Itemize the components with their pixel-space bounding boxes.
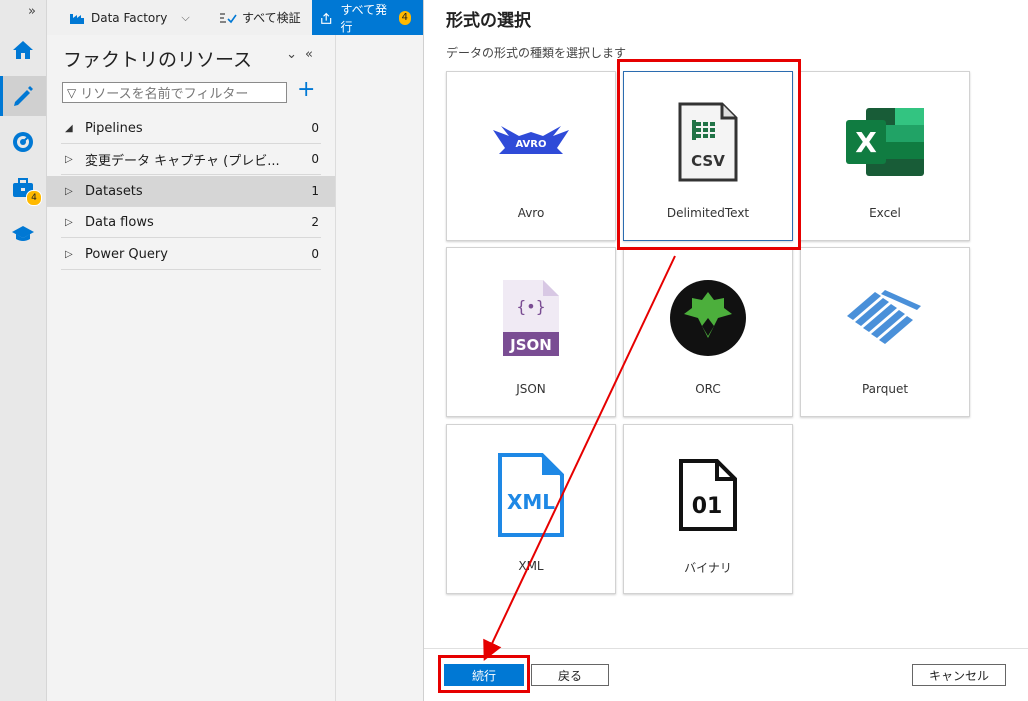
excel-icon: X [846, 108, 924, 176]
validate-label: すべて検証 [242, 11, 301, 25]
left-nav-rail: » 4 [0, 0, 47, 701]
home-icon [13, 41, 33, 59]
resource-label: Power Query [85, 246, 168, 262]
resource-count: 0 [311, 121, 319, 135]
svg-text:{•}: {•} [517, 297, 546, 316]
resource-label: 変更データ キャプチャ (プレビ... [85, 153, 280, 169]
svg-text:01: 01 [692, 494, 723, 519]
learn-nav-button[interactable] [0, 214, 46, 254]
resource-row-powerquery[interactable]: ▷ Power Query 0 [61, 239, 321, 270]
resource-row-datasets[interactable]: ▷ Datasets 1 [47, 176, 335, 207]
orc-logo-icon [670, 280, 746, 356]
home-nav-button[interactable] [0, 30, 46, 70]
validate-all-button[interactable]: すべて検証 [219, 0, 301, 35]
publish-icon [321, 12, 332, 24]
learn-cap-icon [12, 226, 34, 241]
format-tile-json[interactable]: {•} JSON JSON [446, 247, 616, 417]
author-pencil-icon [14, 86, 33, 106]
resource-filter-input[interactable]: ▽ リソースを名前でフィルター [62, 82, 287, 103]
resource-row-cdc[interactable]: ▷ 変更データ キャプチャ (プレビ... 0 [61, 144, 321, 175]
binary-file-icon: 01 [679, 459, 737, 531]
dialog-title: 形式の選択 [446, 11, 531, 31]
panel-actions: ⌄« [286, 47, 321, 62]
top-toolbar: Data Factory ⌵ すべて検証 すべて発行 4 [47, 0, 423, 36]
json-file-icon: {•} JSON [503, 280, 559, 356]
manage-badge: 4 [26, 190, 42, 206]
validate-icon [220, 12, 237, 23]
format-label: Parquet [861, 382, 909, 396]
monitor-nav-button[interactable] [0, 122, 46, 162]
manage-nav-button[interactable]: 4 [0, 168, 46, 208]
expanded-triangle-icon: ◢ [65, 122, 73, 134]
publish-count-badge: 4 [398, 10, 411, 25]
xml-file-icon: XML [498, 453, 564, 537]
format-tile-avro[interactable]: AVRO Avro [446, 71, 616, 241]
resource-label: Datasets [85, 183, 143, 199]
svg-text:AVRO: AVRO [515, 139, 546, 150]
collapse-all-icon[interactable]: ⌄ [286, 47, 305, 62]
format-select-dialog: 形式の選択 データの形式の種類を選択します AVRO Avro CSV Deli [423, 0, 1028, 701]
format-label: Excel [869, 206, 901, 220]
collapsed-triangle-icon: ▷ [65, 185, 73, 197]
cancel-button[interactable]: キャンセル [912, 664, 1006, 686]
factory-label: Data Factory [91, 10, 168, 25]
dialog-subtitle: データの形式の種類を選択します [446, 46, 627, 60]
format-tile-xml[interactable]: XML XML [446, 424, 616, 594]
factory-selector[interactable]: Data Factory ⌵ [69, 0, 190, 35]
format-label: ORC [695, 382, 721, 396]
resource-count: 2 [311, 215, 319, 229]
factory-resources-panel: ファクトリのリソース ⌄« ▽ リソースを名前でフィルター + ◢ Pipeli… [47, 35, 335, 701]
format-label: JSON [516, 382, 546, 396]
resource-count: 0 [311, 247, 319, 261]
resource-row-pipelines[interactable]: ◢ Pipelines 0 [61, 113, 321, 144]
filter-placeholder: リソースを名前でフィルター [80, 87, 249, 102]
canvas-area [335, 35, 424, 701]
svg-text:XML: XML [507, 490, 555, 514]
resource-label: Pipelines [85, 120, 143, 136]
format-tile-excel[interactable]: X Excel [800, 71, 970, 241]
author-nav-button[interactable] [0, 76, 46, 116]
format-tile-parquet[interactable]: Parquet [800, 247, 970, 417]
panel-title: ファクトリのリソース [63, 49, 253, 71]
collapsed-triangle-icon: ▷ [65, 216, 73, 228]
resource-count: 1 [311, 184, 319, 198]
publish-all-button[interactable]: すべて発行 4 [312, 0, 423, 35]
selected-tile-highlight [617, 59, 801, 250]
format-label: XML [518, 559, 544, 573]
collapsed-triangle-icon: ▷ [65, 153, 73, 165]
factory-icon [70, 13, 84, 24]
parquet-logo-icon [847, 290, 921, 344]
svg-text:JSON: JSON [509, 336, 552, 354]
monitor-gauge-icon [13, 132, 33, 152]
collapse-panel-icon[interactable]: « [305, 47, 321, 62]
filter-funnel-icon: ▽ [67, 85, 77, 100]
collapsed-triangle-icon: ▷ [65, 248, 73, 260]
footer-divider [424, 648, 1028, 649]
publish-label: すべて発行 [340, 2, 388, 34]
avro-logo-icon: AVRO [493, 126, 569, 154]
resource-row-dataflows[interactable]: ▷ Data flows 2 [61, 207, 321, 238]
format-label: バイナリ [684, 561, 732, 575]
expand-rail-icon[interactable]: » [28, 4, 36, 19]
add-resource-button[interactable]: + [297, 79, 315, 101]
format-tile-orc[interactable]: ORC [623, 247, 793, 417]
format-label: Avro [517, 206, 545, 220]
continue-button-highlight [438, 655, 530, 693]
chevron-down-icon: ⌵ [181, 10, 190, 24]
format-tile-binary[interactable]: 01 バイナリ [623, 424, 793, 594]
resource-label: Data flows [85, 214, 154, 230]
svg-text:X: X [855, 126, 877, 159]
resource-count: 0 [311, 152, 319, 166]
back-button[interactable]: 戻る [531, 664, 609, 686]
